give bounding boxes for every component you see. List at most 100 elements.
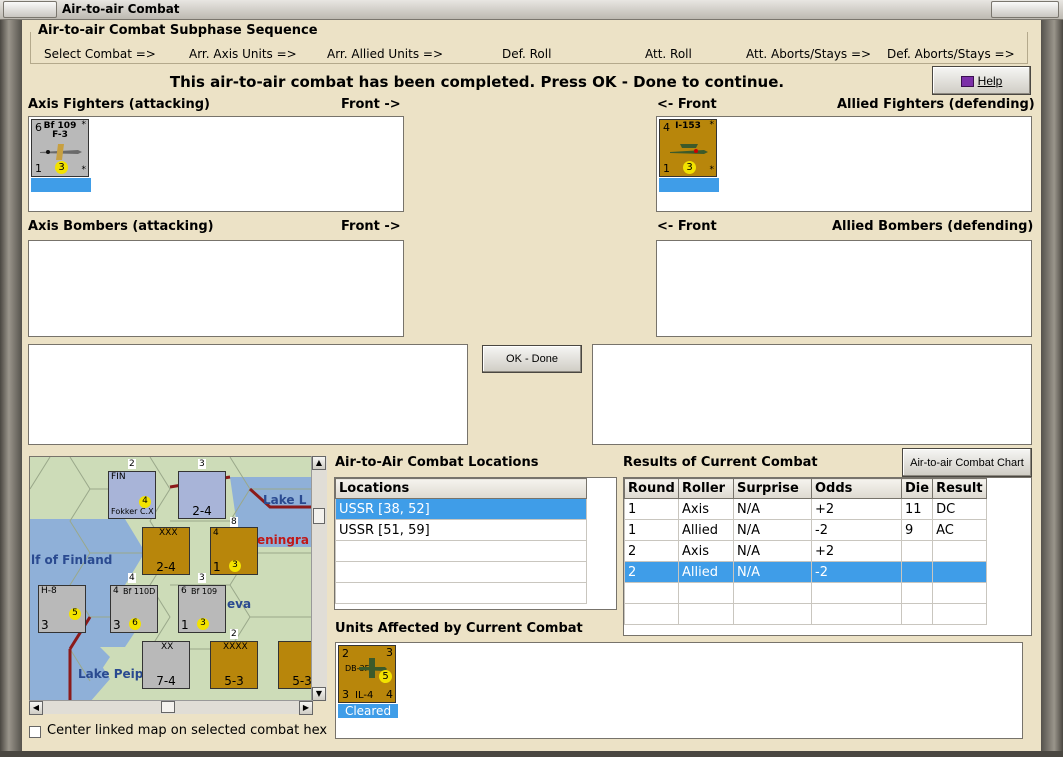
stack-number: 2 bbox=[128, 459, 136, 469]
seq-step-att-roll: Att. Roll bbox=[645, 47, 692, 61]
scroll-up-arrow[interactable]: ▲ bbox=[312, 456, 326, 470]
results-cell: N/A bbox=[733, 519, 812, 541]
results-cell bbox=[932, 582, 988, 604]
checkbox-icon[interactable] bbox=[29, 726, 41, 738]
map-counter-hq[interactable]: 2-4 bbox=[178, 471, 226, 519]
map-counter-name: Fokker C.X bbox=[111, 507, 154, 516]
results-row[interactable]: 2 Axis N/A +2 bbox=[624, 540, 988, 562]
map-counter-5-3[interactable]: 5-3 bbox=[278, 641, 312, 689]
map-counter-value: 1 bbox=[181, 618, 189, 632]
window-frame-right bbox=[1041, 20, 1063, 757]
counter-name: Bf 109 F-3 bbox=[43, 121, 77, 140]
map-counter-xx-7-4[interactable]: XX 7-4 bbox=[142, 641, 190, 689]
results-cell: Allied bbox=[678, 561, 734, 583]
scroll-left-arrow[interactable]: ◀ bbox=[29, 701, 43, 715]
allied-fighters-box[interactable]: 4 I-153 * 1 3 * bbox=[656, 116, 1032, 212]
results-cell bbox=[624, 582, 679, 604]
location-row[interactable]: USSR [51, 59] bbox=[335, 519, 587, 541]
counter-defense-value: 3 bbox=[342, 688, 349, 701]
location-row[interactable] bbox=[335, 561, 587, 583]
map-counter-fokker[interactable]: FIN Fokker C.X 4 bbox=[108, 471, 156, 519]
results-cell bbox=[733, 582, 812, 604]
results-row[interactable]: 2 Allied N/A -2 bbox=[624, 561, 988, 583]
results-row[interactable]: 1 Axis N/A +2 11 DC bbox=[624, 498, 988, 520]
results-cell bbox=[900, 561, 934, 583]
scroll-right-arrow[interactable]: ▶ bbox=[299, 701, 313, 715]
map-counter-i153[interactable]: 4 1 3 bbox=[210, 527, 258, 575]
locations-label: Air-to-Air Combat Locations bbox=[335, 455, 539, 470]
map-counter-range: 6 bbox=[129, 618, 141, 630]
title-bar: Air-to-air Combat bbox=[0, 0, 1063, 20]
results-cell: +2 bbox=[811, 540, 902, 562]
vertical-scroll-thumb[interactable] bbox=[313, 508, 325, 524]
map-counter-bf110[interactable]: 4 Bf 110D 3 6 bbox=[110, 585, 158, 633]
help-button[interactable]: Help bbox=[932, 66, 1031, 95]
map-counter-name: Bf 110D bbox=[123, 587, 156, 596]
counter-mark: * bbox=[81, 120, 87, 130]
map-counter-name: Bf 109 bbox=[191, 587, 218, 596]
units-affected-box[interactable]: 2 3 DB-3F 3 IL-4 5 4 Cleared bbox=[335, 642, 1023, 739]
counter-defense-value: 1 bbox=[35, 162, 42, 175]
results-panel[interactable]: Round Roller Surprise Odds Die Result 1 Axis N/… bbox=[623, 477, 1032, 636]
map-counter-label: XXX bbox=[159, 528, 178, 538]
allied-fighter-counter[interactable]: 4 I-153 * 1 3 * bbox=[659, 119, 717, 177]
ok-done-button[interactable]: OK - Done bbox=[482, 345, 582, 373]
map-counter-xxx-2-4[interactable]: XXX 2-4 bbox=[142, 527, 190, 575]
map-counter-label: 4 bbox=[113, 586, 119, 596]
results-cell: N/A bbox=[733, 498, 812, 520]
units-affected-label: Units Affected by Current Combat bbox=[335, 621, 583, 636]
seq-step-att-aborts: Att. Aborts/Stays => bbox=[746, 47, 872, 61]
location-cell bbox=[335, 540, 587, 562]
results-cell: 2 bbox=[624, 561, 679, 583]
map-counter-range: 4 bbox=[139, 496, 151, 508]
plane-icon bbox=[670, 144, 708, 154]
location-row[interactable] bbox=[335, 540, 587, 562]
results-column-header[interactable]: Odds bbox=[811, 478, 902, 499]
map-vertical-scrollbar[interactable]: ▲ ▼ bbox=[311, 456, 327, 701]
location-row[interactable]: USSR [38, 52] bbox=[335, 498, 587, 520]
results-label: Results of Current Combat bbox=[623, 455, 818, 470]
map-counter-xxxx-5-3[interactable]: XXXX 5-3 bbox=[210, 641, 258, 689]
map-counter-bf109[interactable]: 6 Bf 109 1 3 bbox=[178, 585, 226, 633]
results-column-header[interactable]: Surprise bbox=[733, 478, 812, 499]
map-counter-label: XX bbox=[161, 642, 174, 652]
map-counter-value: 1 bbox=[213, 560, 221, 574]
locations-list[interactable]: Locations USSR [38, 52] USSR [51, 59] bbox=[334, 477, 617, 610]
map-label-lake-peipus: Lake Peip bbox=[78, 667, 144, 681]
results-row[interactable] bbox=[624, 582, 988, 604]
results-column-header[interactable]: Roller bbox=[678, 478, 734, 499]
air-combat-chart-button[interactable]: Air-to-air Combat Chart bbox=[902, 448, 1032, 477]
linked-map[interactable]: Lake L eningra lf of Finland eva Lake Pe… bbox=[29, 456, 313, 701]
cleared-status: Cleared bbox=[338, 704, 398, 718]
help-book-icon bbox=[960, 75, 974, 87]
results-column-header[interactable]: Result bbox=[932, 478, 988, 499]
location-cell bbox=[335, 582, 587, 604]
stack-number: 2 bbox=[230, 629, 238, 639]
map-horizontal-scrollbar[interactable]: ◀ ▶ bbox=[29, 700, 313, 715]
location-row[interactable] bbox=[335, 582, 587, 604]
axis-bombers-box[interactable] bbox=[28, 240, 404, 337]
results-row[interactable]: 1 Allied N/A -2 9 AC bbox=[624, 519, 988, 541]
counter-range-value: 5 bbox=[379, 670, 392, 683]
stack-number: 3 bbox=[198, 573, 206, 583]
window-close-button[interactable] bbox=[991, 1, 1059, 18]
results-row[interactable] bbox=[624, 603, 988, 625]
allied-fighters-front: <- Front bbox=[657, 97, 717, 112]
axis-fighter-counter[interactable]: 6 Bf 109 F-3 * 1 3 * bbox=[31, 119, 89, 177]
allied-bombers-box[interactable] bbox=[656, 240, 1032, 337]
affected-unit-counter[interactable]: 2 3 DB-3F 3 IL-4 5 4 bbox=[338, 645, 396, 703]
window-menu-button[interactable] bbox=[3, 1, 57, 18]
results-column-header[interactable]: Die bbox=[900, 478, 934, 499]
results-cell: 9 bbox=[900, 519, 934, 541]
seq-step-select-combat: Select Combat => bbox=[44, 47, 156, 61]
results-column-header[interactable]: Round bbox=[624, 478, 679, 499]
window-title: Air-to-air Combat bbox=[62, 2, 180, 16]
scroll-down-arrow[interactable]: ▼ bbox=[312, 687, 326, 701]
results-cell: -2 bbox=[811, 561, 902, 583]
map-label-gulf-of-finland: lf of Finland bbox=[31, 553, 113, 567]
counter-name: I-153 bbox=[675, 121, 701, 131]
map-counter-he111[interactable]: H-8 3 5 bbox=[38, 585, 86, 633]
axis-fighters-box[interactable]: 6 Bf 109 F-3 * 1 3 * bbox=[28, 116, 404, 212]
horizontal-scroll-thumb[interactable] bbox=[161, 701, 175, 713]
main-panel: Air-to-air Combat Subphase Sequence Sele… bbox=[22, 20, 1041, 751]
